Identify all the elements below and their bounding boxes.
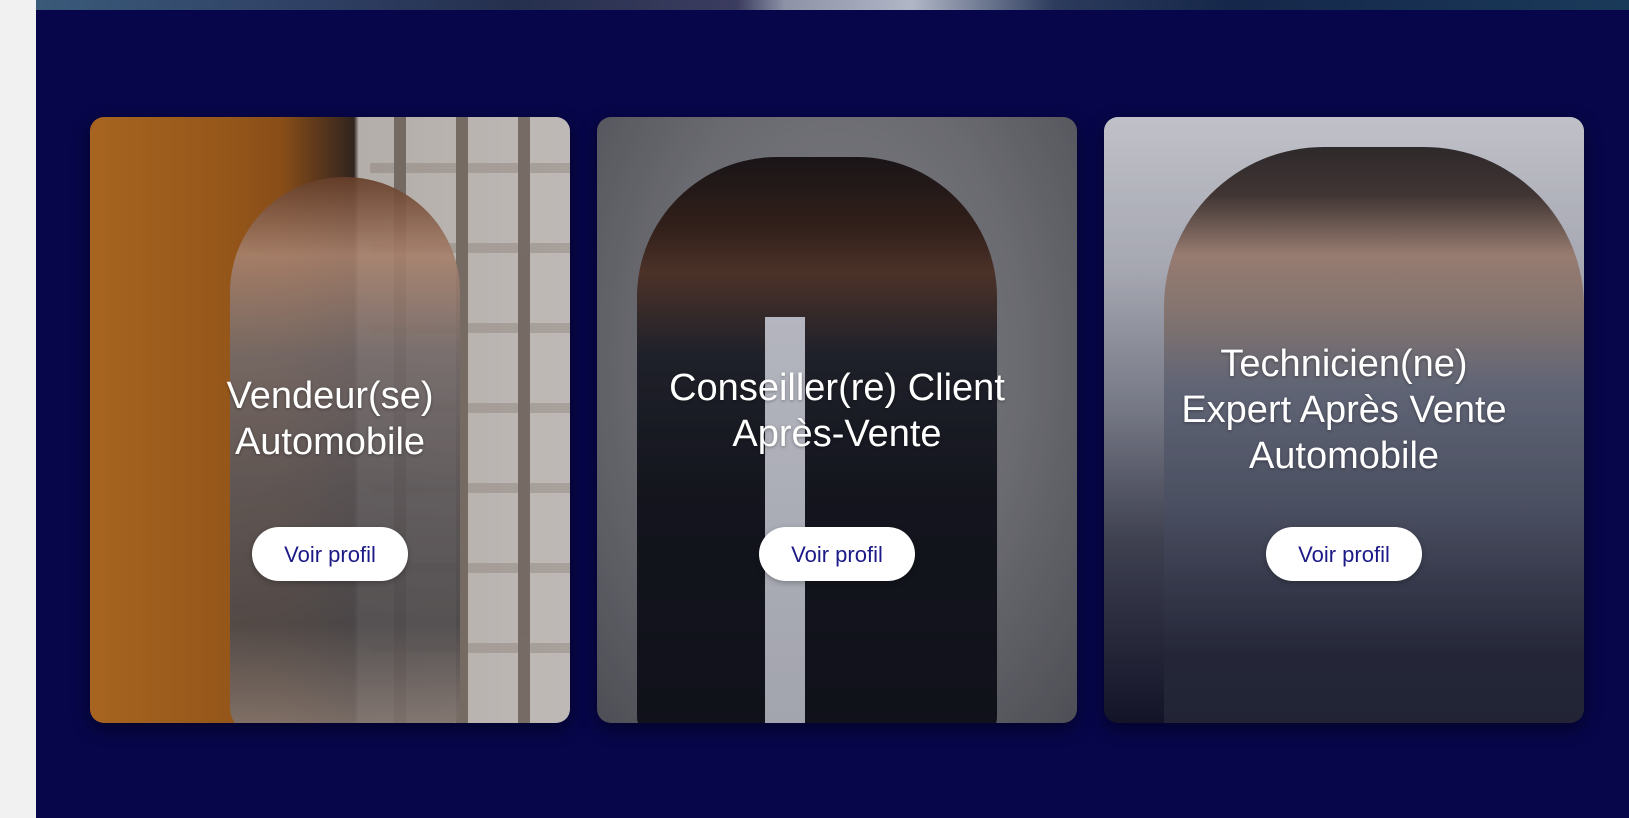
card-title: Technicien(ne) Expert Après Vente Automo… [1181,343,1507,477]
job-card-technicien[interactable]: Technicien(ne) Expert Après Vente Automo… [1104,117,1584,723]
job-profiles-section: Vendeur(se) Automobile Voir profil Conse… [36,0,1629,818]
hero-image-bottom-edge [36,0,1629,10]
voir-profil-button[interactable]: Voir profil [252,527,408,581]
job-cards-row: Vendeur(se) Automobile Voir profil Conse… [90,117,1584,723]
left-gutter [0,0,36,818]
voir-profil-button[interactable]: Voir profil [1266,527,1422,581]
job-card-vendeur[interactable]: Vendeur(se) Automobile Voir profil [90,117,570,723]
voir-profil-button[interactable]: Voir profil [759,527,915,581]
card-title: Conseiller(re) Client Après-Vente [669,367,1005,455]
job-card-conseiller[interactable]: Conseiller(re) Client Après-Vente Voir p… [597,117,1077,723]
card-title: Vendeur(se) Automobile [226,375,434,463]
